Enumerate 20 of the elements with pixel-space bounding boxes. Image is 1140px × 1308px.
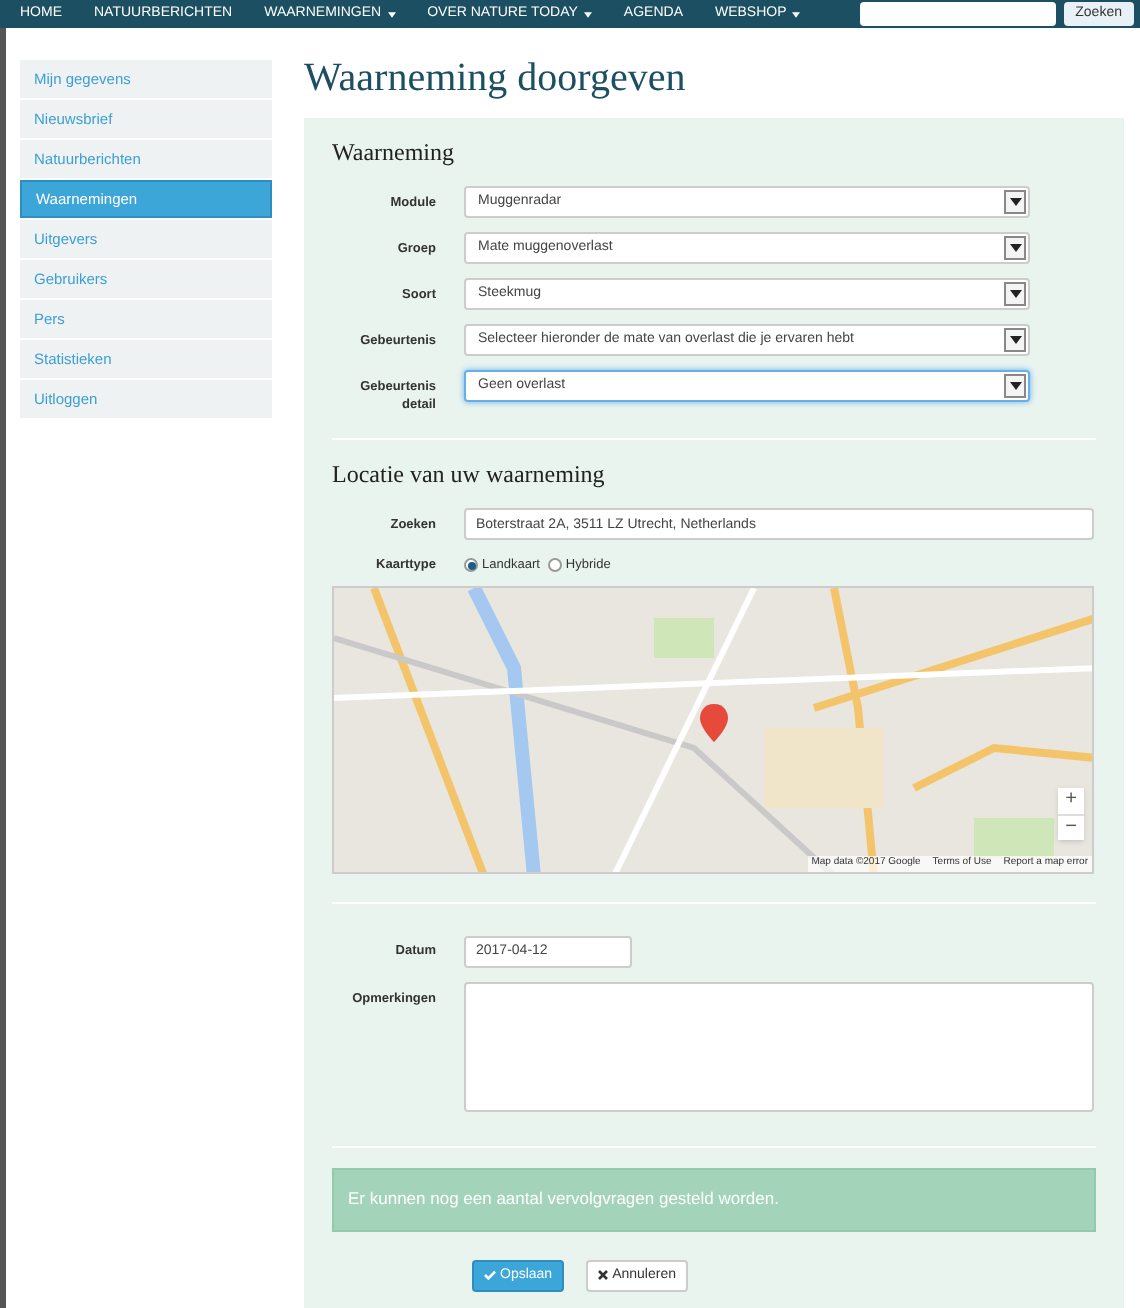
- check-icon: [484, 1270, 496, 1281]
- page-title: Waarneming doorgeven: [304, 54, 688, 102]
- zoom-in-button[interactable]: +: [1058, 787, 1084, 814]
- caret-icon: [1004, 374, 1026, 398]
- zoom-out-button[interactable]: −: [1058, 813, 1084, 840]
- info-alert: Er kunnen nog een aantal vervolgvragen gesteld worden.: [332, 1167, 1096, 1232]
- radio-button[interactable]: [547, 558, 562, 573]
- caret-icon: [1004, 236, 1026, 260]
- caret-icon: [1004, 190, 1026, 214]
- caret-icon: [387, 11, 396, 17]
- search-field[interactable]: [859, 2, 1056, 26]
- caret-icon: [1004, 328, 1026, 352]
- caret-icon: [583, 11, 592, 17]
- caret-icon: [792, 11, 801, 17]
- remarks-field[interactable]: [464, 981, 1094, 1112]
- section-heading: Waarneming: [332, 136, 457, 170]
- radio-button[interactable]: [464, 558, 478, 573]
- close-icon: [598, 1270, 609, 1281]
- caret-icon: [1004, 282, 1026, 306]
- section-heading: Locatie van uw waarneming: [332, 458, 607, 492]
